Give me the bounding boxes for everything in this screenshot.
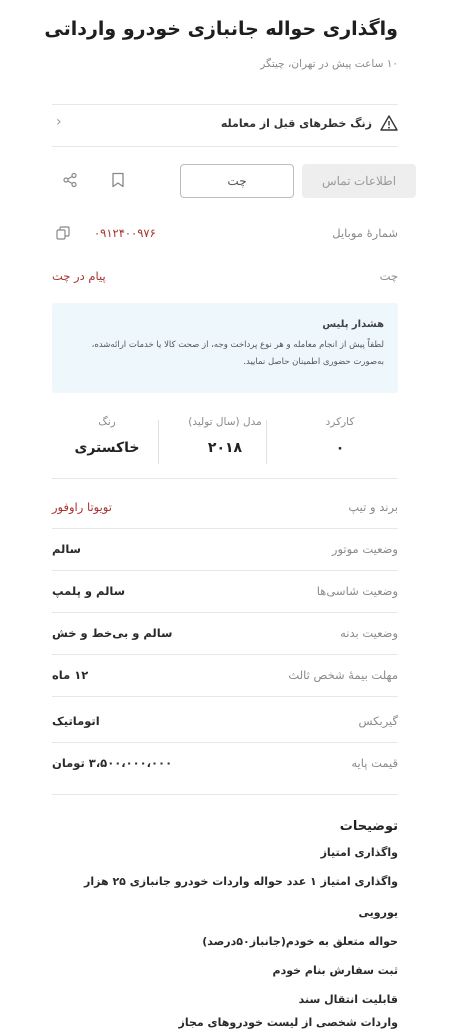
chat-link[interactable]: پیام در چت — [52, 269, 106, 283]
copy-icon[interactable] — [56, 226, 70, 243]
spec-value: سالم و پلمپ — [52, 584, 126, 598]
spec-row-insurance: مهلت بیمهٔ شخص ثالث ۱۲ ماه — [52, 664, 398, 688]
stat-model-year: مدل (سال تولید) ۲۰۱۸ — [170, 416, 280, 456]
divider — [52, 654, 398, 655]
spec-row-chassis: وضعیت شاسی‌ها سالم و پلمپ — [52, 580, 398, 604]
divider — [52, 742, 398, 743]
description-line: واگذاری امتیاز ۱ عدد حواله واردات خودرو … — [84, 875, 398, 888]
stat-value: ۲۰۱۸ — [207, 440, 243, 456]
stat-value: خاکستری — [74, 440, 140, 456]
warning-triangle-icon — [380, 115, 398, 131]
stat-label: کارکرد — [325, 416, 355, 428]
chevron-left-icon: ‹ — [56, 114, 62, 130]
spec-value: ۱۲ ماه — [52, 668, 89, 682]
chat-row: چت پیام در چت — [52, 265, 398, 289]
spec-row-engine: وضعیت موتور سالم — [52, 538, 398, 562]
police-notice: هشدار پلیس لطفاً پیش از انجام معامله و ه… — [52, 303, 398, 393]
bookmark-icon[interactable] — [106, 168, 130, 192]
spec-label: برند و تیپ — [348, 500, 398, 514]
warning-label: زنگ خطرهای قبل از معامله — [220, 117, 372, 130]
notice-body: لطفاً پیش از انجام معامله و هر نوع پرداخ… — [91, 340, 384, 367]
divider — [52, 696, 398, 697]
ad-title: واگذاری حواله جانبازی خودرو وارداتی — [44, 18, 398, 40]
spec-row-price: قیمت پایه ۳،۵۰۰،۰۰۰،۰۰۰ تومان — [52, 752, 398, 776]
stat-color: رنگ خاکستری — [52, 416, 162, 456]
spec-value: اتوماتیک — [52, 714, 100, 728]
description-line: واگذاری امتیاز — [320, 846, 398, 859]
stat-mileage: کارکرد ۰ — [285, 416, 395, 456]
divider — [52, 570, 398, 571]
mobile-label: شمارهٔ موبایل — [332, 226, 398, 240]
description-line: قابلیت انتقال سند — [298, 993, 398, 1006]
spec-label: قیمت پایه — [351, 756, 398, 770]
chat-button[interactable]: چت — [180, 164, 294, 198]
spec-label: مهلت بیمهٔ شخص ثالث — [288, 668, 398, 682]
spec-label: گیربکس — [358, 714, 398, 728]
spec-value: سالم — [52, 542, 81, 556]
description-line: حواله متعلق به خودم(جانباز۵۰درصد) — [202, 935, 398, 948]
spec-label: وضعیت شاسی‌ها — [316, 584, 398, 598]
stat-value: ۰ — [335, 440, 345, 456]
stat-label: رنگ — [98, 416, 116, 428]
mobile-number[interactable]: ۰۹۱۲۴۰۰۹۷۶ — [94, 226, 156, 240]
spec-row-body: وضعیت بدنه سالم و بی‌خط و خش — [52, 622, 398, 646]
ad-page: واگذاری حواله جانبازی خودرو وارداتی ۱۰ س… — [0, 0, 450, 1032]
divider — [52, 528, 398, 529]
divider — [52, 146, 398, 147]
warning-row[interactable]: زنگ خطرهای قبل از معامله ‹ — [52, 110, 398, 140]
mobile-row: شمارهٔ موبایل ۰۹۱۲۴۰۰۹۷۶ — [52, 222, 398, 246]
divider — [52, 478, 398, 479]
description-line: یورویی — [358, 906, 398, 919]
divider — [52, 104, 398, 105]
spec-label: وضعیت بدنه — [340, 626, 398, 640]
spec-value: ۳،۵۰۰،۰۰۰،۰۰۰ تومان — [52, 756, 173, 770]
share-icon[interactable] — [58, 168, 82, 192]
spec-label: وضعیت موتور — [331, 542, 398, 556]
spec-row-brand: برند و تیپ تویوتا راوفور — [52, 496, 398, 520]
divider — [52, 612, 398, 613]
description-title: توضیحات — [339, 819, 398, 834]
description-line: ثبت سفارش بنام خودم — [272, 964, 398, 977]
spec-row-gearbox: گیربکس اتوماتیک — [52, 710, 398, 734]
chat-row-label: چت — [379, 269, 398, 283]
spec-value[interactable]: تویوتا راوفور — [52, 500, 112, 514]
divider — [52, 794, 398, 795]
contact-info-button[interactable]: اطلاعات تماس — [302, 164, 416, 198]
notice-title: هشدار پلیس — [322, 319, 384, 330]
spec-value: سالم و بی‌خط و خش — [52, 626, 173, 640]
ad-subtitle: ۱۰ ساعت پیش در تهران، چیتگر — [260, 58, 398, 70]
description-line: واردات شخصی از لیست خودروهای مجاز — [178, 1016, 398, 1029]
stat-label: مدل (سال تولید) — [188, 416, 262, 428]
